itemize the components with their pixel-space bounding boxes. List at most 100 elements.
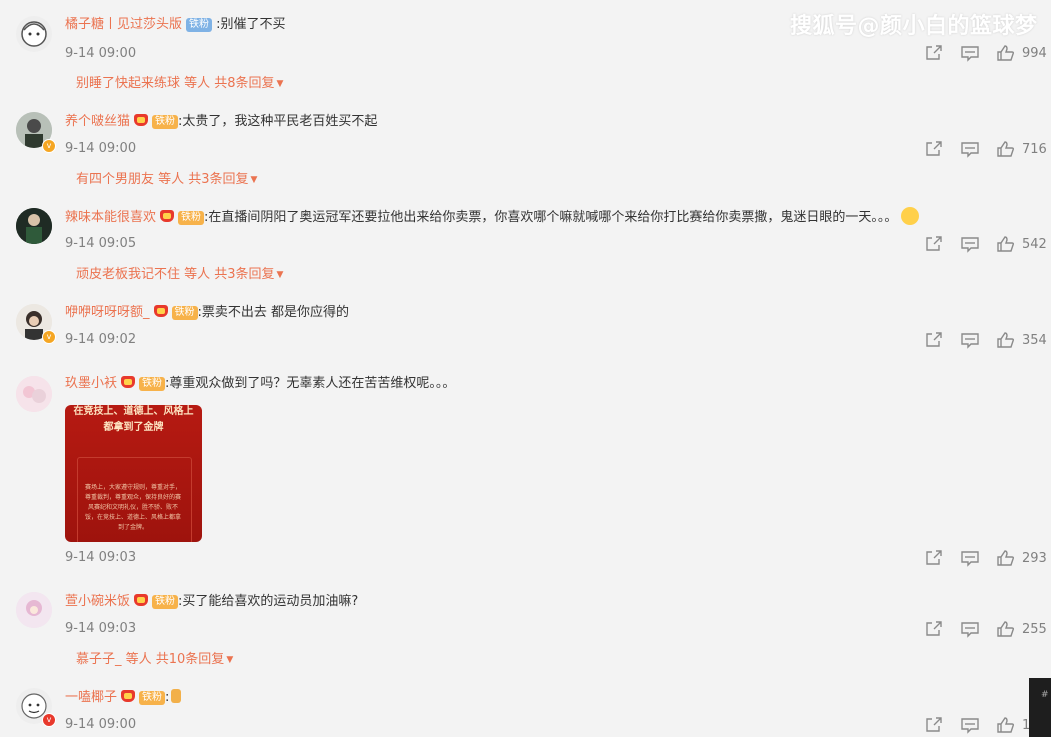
fan-badge: 铁粉 (171, 306, 198, 320)
verified-icon: v (42, 139, 56, 153)
poster-title-1: 在竞技上、道德上、风格上 (73, 406, 194, 417)
poster-title-2: 都拿到了金牌 (103, 422, 164, 433)
comment-text: :在直播间阴阳了奥运冠军还要拉他出来给你卖票，你喜欢哪个嘛就喊哪个来给你打比赛给… (204, 210, 898, 225)
avatar[interactable] (16, 592, 52, 628)
comment-text: :太贵了，我这种平民老百姓买不起 (178, 114, 378, 129)
replies-text: 有四个男朋友 等人 共3条回复 (76, 172, 249, 187)
watermark: 搜狐号@颜小白的篮球梦 (790, 14, 1038, 39)
pointing-hand-emoji-icon (171, 689, 182, 703)
comment-time: 9-14 09:02 (65, 332, 137, 347)
comment-icon[interactable] (960, 235, 980, 253)
caret-down-icon: ▼ (226, 655, 234, 665)
hash-icon: # (1041, 690, 1049, 700)
view-replies-link[interactable]: 慕子子_ 等人 共10条回复 ▼ (76, 651, 233, 669)
share-icon[interactable] (924, 44, 944, 62)
username[interactable]: 玖墨小袄 (65, 376, 117, 391)
comment-icon[interactable] (960, 549, 980, 567)
comment-actions: 994 (924, 43, 1047, 63)
fan-badge: 铁粉 (152, 595, 179, 609)
fan-badge: 铁粉 (139, 377, 166, 391)
comment-text: : (165, 690, 170, 705)
verified-icon: v (42, 330, 56, 344)
replies-text: 别睡了快起来练球 等人 共8条回复 (76, 76, 275, 91)
share-icon[interactable] (924, 549, 944, 567)
like-count: 293 (1022, 550, 1047, 566)
comment-actions: 716 (924, 139, 1047, 159)
comment-icon[interactable] (960, 44, 980, 62)
comment-header: 养个啵丝猫 铁粉:太贵了，我这种平民老百姓买不起 (65, 112, 377, 132)
comment-header: 咿咿呀呀呀额_ 铁粉:票卖不出去 都是你应得的 (65, 303, 349, 323)
caret-down-icon: ▼ (250, 175, 258, 185)
comment-header: 萱小碗米饭 铁粉:买了能给喜欢的运动员加油嘛? (65, 592, 358, 612)
comment-time: 9-14 09:00 (65, 141, 137, 156)
crown-icon (153, 305, 168, 317)
like-count: 542 (1022, 236, 1047, 252)
comment-icon[interactable] (960, 620, 980, 638)
username[interactable]: 萱小碗米饭 (65, 594, 130, 609)
poster-body: 赛场上，大家遵守规则，尊重对手，尊重裁判，尊重观众，保持良好的赛风赛纪和文明礼仪… (84, 484, 181, 531)
crown-icon (160, 210, 175, 222)
comment-icon[interactable] (960, 140, 980, 158)
comment-actions: 542 (924, 234, 1047, 254)
comment-image[interactable]: 在竞技上、道德上、风格上 都拿到了金牌 赛场上，大家遵守规则，尊重对手，尊重裁判… (65, 405, 202, 542)
comment-header: 辣味本能很喜欢 铁粉:在直播间阴阳了奥运冠军还要拉他出来给你卖票，你喜欢哪个嘛就喊… (65, 207, 920, 227)
crown-icon (121, 376, 136, 388)
comment-time: 9-14 09:03 (65, 550, 137, 565)
thumbs-up-icon[interactable] (996, 549, 1016, 567)
thumbs-up-icon[interactable] (996, 716, 1016, 734)
comment-text: :买了能给喜欢的运动员加油嘛? (178, 594, 359, 609)
crown-icon (134, 114, 149, 126)
verified-icon: v (42, 713, 56, 727)
username[interactable]: 橘子糖丨见过莎头版 (65, 17, 182, 32)
crown-icon (121, 690, 136, 702)
comment-time: 9-14 09:03 (65, 621, 137, 636)
comment-icon[interactable] (960, 716, 980, 734)
avatar[interactable] (16, 16, 52, 52)
caret-down-icon: ▼ (276, 79, 284, 89)
comment-time: 9-14 09:00 (65, 46, 137, 61)
share-icon[interactable] (924, 620, 944, 638)
overlay-widget[interactable]: # (1029, 678, 1051, 737)
username[interactable]: 一嗑椰子 (65, 690, 117, 705)
fan-badge: 铁粉 (139, 691, 166, 705)
avatar[interactable] (16, 208, 52, 244)
comment-time: 9-14 09:05 (65, 236, 137, 251)
like-count: 354 (1022, 332, 1047, 348)
replies-text: 慕子子_ 等人 共10条回复 (76, 652, 225, 667)
comment-actions: 255 (924, 619, 1047, 639)
share-icon[interactable] (924, 140, 944, 158)
comment-actions: 14 (924, 715, 1039, 735)
thumbs-up-icon[interactable] (996, 620, 1016, 638)
comment-header: 橘子糖丨见过莎头版 铁粉 :别催了不买 (65, 15, 286, 35)
username[interactable]: 辣味本能很喜欢 (65, 210, 156, 225)
comment-text: :票卖不出去 都是你应得的 (197, 305, 350, 320)
view-replies-link[interactable]: 别睡了快起来练球 等人 共8条回复 ▼ (76, 75, 283, 93)
thumbs-up-icon[interactable] (996, 235, 1016, 253)
like-count: 255 (1022, 621, 1047, 637)
fan-badge: 铁粉 (186, 18, 213, 32)
username[interactable]: 养个啵丝猫 (65, 114, 130, 129)
comment-header: 一嗑椰子 铁粉: (65, 688, 182, 708)
username[interactable]: 咿咿呀呀呀额_ (65, 305, 150, 320)
shy-face-emoji-icon (901, 207, 920, 225)
comment-time: 9-14 09:00 (65, 717, 137, 732)
thumbs-up-icon[interactable] (996, 331, 1016, 349)
comment-text: :别催了不买 (216, 17, 286, 32)
thumbs-up-icon[interactable] (996, 140, 1016, 158)
fan-badge: 铁粉 (178, 211, 205, 225)
replies-text: 顽皮老板我记不住 等人 共3条回复 (76, 267, 275, 282)
comment-actions: 293 (924, 548, 1047, 568)
crown-icon (134, 594, 149, 606)
avatar[interactable] (16, 376, 52, 412)
thumbs-up-icon[interactable] (996, 44, 1016, 62)
comment-header: 玖墨小袄 铁粉:尊重观众做到了吗？无辜素人还在苦苦维权呢。。。 (65, 374, 455, 394)
view-replies-link[interactable]: 顽皮老板我记不住 等人 共3条回复 ▼ (76, 266, 283, 284)
share-icon[interactable] (924, 235, 944, 253)
view-replies-link[interactable]: 有四个男朋友 等人 共3条回复 ▼ (76, 171, 257, 189)
like-count: 994 (1022, 45, 1047, 61)
comment-icon[interactable] (960, 331, 980, 349)
share-icon[interactable] (924, 331, 944, 349)
share-icon[interactable] (924, 716, 944, 734)
fan-badge: 铁粉 (152, 115, 179, 129)
comment-text: :尊重观众做到了吗？无辜素人还在苦苦维权呢。。。 (165, 376, 456, 391)
